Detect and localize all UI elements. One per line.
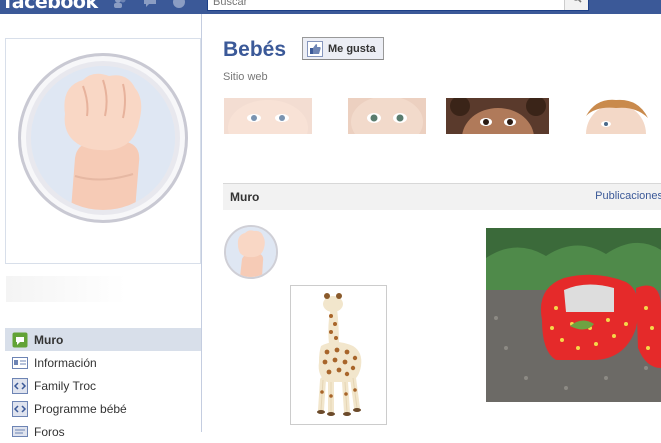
strip-photo-4[interactable] xyxy=(576,98,656,134)
strip-photo-3[interactable] xyxy=(446,98,549,134)
search-box xyxy=(207,0,589,11)
search-input[interactable] xyxy=(208,0,560,10)
nav-item-family-troc[interactable]: Family Troc xyxy=(5,374,201,397)
profile-picture xyxy=(18,53,188,223)
profile-caption-placeholder xyxy=(6,276,126,302)
page-navigation: Muro Información Family Troc Programme b… xyxy=(5,328,201,443)
post-photo-baby-shoes[interactable] xyxy=(486,228,661,402)
facebook-logo[interactable]: facebook xyxy=(4,0,98,13)
page-title: Bebés xyxy=(223,38,287,61)
post-author-avatar[interactable] xyxy=(224,225,278,279)
strip-photo-1[interactable] xyxy=(224,98,312,134)
like-button-label: Me gusta xyxy=(328,42,376,55)
wall-icon xyxy=(12,332,28,348)
friend-requests-icon[interactable] xyxy=(113,0,127,8)
nav-item-informacion[interactable]: Información xyxy=(5,351,201,374)
nav-item-programme-bebe[interactable]: Programme bébé xyxy=(5,397,201,420)
fbml-app-icon xyxy=(12,377,28,394)
nav-item-label: Información xyxy=(34,355,97,370)
fbml-app-icon xyxy=(12,400,28,417)
nav-item-label: Muro xyxy=(34,332,64,347)
nav-item-label: Programme bébé xyxy=(34,401,127,416)
nav-item-label: Family Troc xyxy=(34,378,97,393)
like-button[interactable]: Me gusta xyxy=(302,37,384,60)
strip-photo-2[interactable] xyxy=(348,98,426,134)
post-photo-giraffe[interactable] xyxy=(290,285,387,425)
search-button[interactable] xyxy=(564,0,588,10)
profile-picture-box[interactable] xyxy=(5,38,201,264)
info-icon xyxy=(12,355,28,371)
search-icon xyxy=(573,0,582,3)
left-column: Muro Información Family Troc Programme b… xyxy=(0,14,202,439)
wall-tabs-bar: Muro Publicaciones xyxy=(223,183,661,210)
tab-muro[interactable]: Muro xyxy=(230,190,259,204)
page-category: Sitio web xyxy=(223,71,268,83)
main-column: Bebés Me gusta Sitio web Muro Publicacio… xyxy=(202,14,661,432)
nav-item-muro[interactable]: Muro xyxy=(5,328,201,351)
thumbs-up-icon xyxy=(307,40,323,57)
notifications-icon[interactable] xyxy=(172,0,186,8)
publications-filter-link[interactable]: Publicaciones xyxy=(595,190,661,202)
messages-icon[interactable] xyxy=(143,0,157,8)
top-navigation-bar: facebook xyxy=(0,0,661,14)
